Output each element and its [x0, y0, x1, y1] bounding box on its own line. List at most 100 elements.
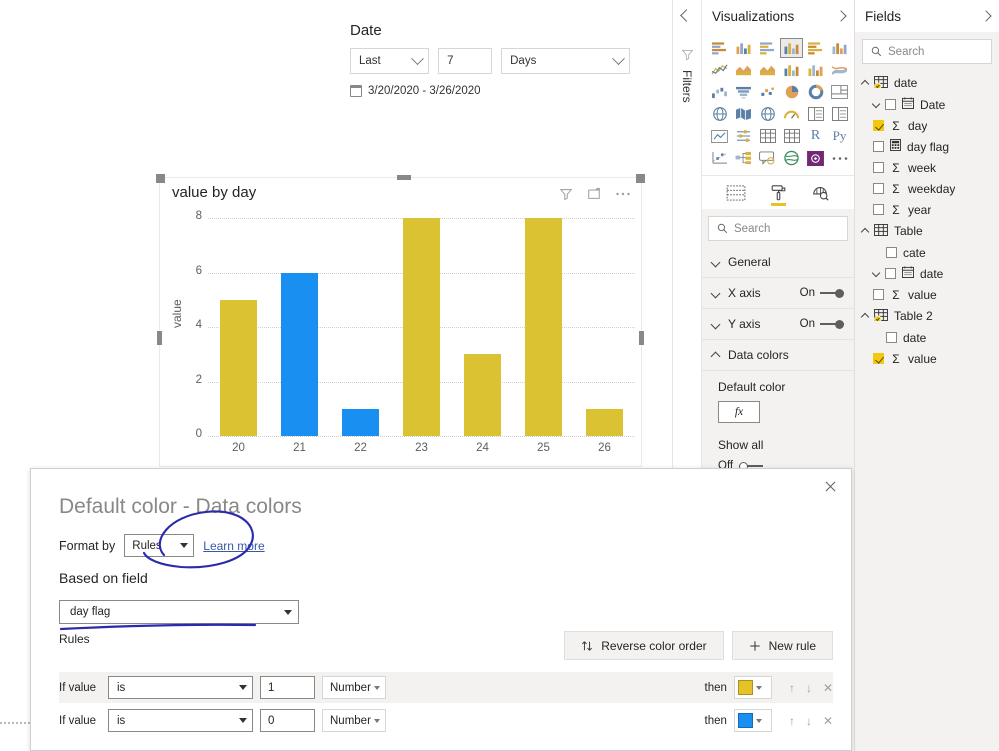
viz-type-treemap[interactable]: [828, 82, 851, 102]
field-item-date[interactable]: Date: [855, 94, 999, 115]
viz-type-stacked-area-chart[interactable]: [756, 60, 779, 80]
viz-type-map[interactable]: [708, 104, 731, 124]
viz-type-scatter-chart[interactable]: [756, 82, 779, 102]
selection-handle-tl[interactable]: [156, 174, 165, 183]
selection-handle-tc[interactable]: [397, 175, 411, 180]
field-item-value[interactable]: Σvalue: [855, 348, 999, 369]
viz-type-donut-chart[interactable]: [804, 82, 827, 102]
fx-conditional-formatting-button[interactable]: fx: [718, 401, 760, 423]
delete-rule-icon[interactable]: ✕: [823, 681, 833, 695]
move-down-icon[interactable]: ↓: [806, 681, 812, 695]
field-checkbox[interactable]: [885, 268, 896, 279]
chart-bar[interactable]: [585, 408, 624, 436]
rule-operator-dropdown[interactable]: is: [108, 676, 253, 699]
viz-type-table[interactable]: [756, 126, 779, 146]
field-item-value[interactable]: Σvalue: [855, 284, 999, 305]
move-up-icon[interactable]: ↑: [789, 714, 795, 728]
viz-type-100-stacked-bar-chart[interactable]: [804, 38, 827, 58]
field-item-date[interactable]: date: [855, 327, 999, 348]
fields-table-date[interactable]: date: [855, 72, 999, 94]
viz-type-r-script-visual[interactable]: R: [804, 126, 827, 146]
y-axis-toggle[interactable]: On: [800, 318, 844, 330]
slicer-count-input[interactable]: [438, 48, 493, 74]
field-checkbox[interactable]: [886, 332, 897, 343]
x-axis-toggle[interactable]: On: [800, 287, 844, 299]
focus-mode-icon[interactable]: [587, 187, 601, 201]
field-item-cate[interactable]: cate: [855, 242, 999, 263]
viz-type-waterfall-chart[interactable]: [708, 82, 731, 102]
viz-type-decomposition-tree[interactable]: [732, 148, 755, 168]
chevron-right-icon[interactable]: [980, 10, 992, 22]
delete-rule-icon[interactable]: ✕: [823, 714, 833, 728]
viz-type-shape-map[interactable]: [756, 104, 779, 124]
chart-bar[interactable]: [219, 299, 258, 436]
viz-type-kpi[interactable]: [708, 126, 731, 146]
viz-type-python-visual[interactable]: Py: [828, 126, 851, 146]
rule-value-input[interactable]: [260, 709, 315, 732]
viz-type-more-visuals[interactable]: [828, 148, 851, 168]
field-item-day-flag[interactable]: day flag: [855, 136, 999, 157]
reverse-color-order-button[interactable]: Reverse color order: [564, 631, 724, 660]
more-options-icon[interactable]: [615, 191, 631, 197]
move-down-icon[interactable]: ↓: [806, 714, 812, 728]
slicer-unit-dropdown[interactable]: Days: [501, 48, 630, 74]
chevron-right-icon[interactable]: [835, 10, 847, 22]
viz-type-power-apps-visual[interactable]: [804, 148, 827, 168]
fields-tab[interactable]: [726, 176, 746, 209]
viz-type-arcgis-maps[interactable]: [780, 148, 803, 168]
field-item-day[interactable]: Σday: [855, 115, 999, 136]
chart-visual-container[interactable]: value by day value 02468 20 21 22 23 24 25 26: [156, 174, 645, 467]
field-checkbox[interactable]: [873, 120, 884, 131]
field-item-date[interactable]: date: [855, 263, 999, 284]
rule-type-dropdown[interactable]: Number: [322, 676, 386, 699]
learn-more-link[interactable]: Learn more: [203, 539, 264, 553]
fields-table-table-2[interactable]: Table 2: [855, 305, 999, 327]
viz-type-card[interactable]: [828, 104, 851, 124]
viz-type-gauge[interactable]: [780, 104, 803, 124]
chevron-down-icon[interactable]: [871, 99, 881, 108]
field-checkbox[interactable]: [885, 99, 896, 110]
filter-icon[interactable]: [559, 187, 573, 201]
viz-type-slicer[interactable]: [732, 126, 755, 146]
new-rule-button[interactable]: New rule: [731, 631, 833, 660]
viz-type-key-influencers[interactable]: [708, 148, 731, 168]
chart-bar[interactable]: [463, 354, 502, 436]
chart-bar[interactable]: [341, 408, 380, 436]
slicer-mode-dropdown[interactable]: Last: [350, 48, 430, 74]
viz-type-filled-map[interactable]: [732, 104, 755, 124]
selection-handle-mr[interactable]: [639, 331, 644, 345]
move-up-icon[interactable]: ↑: [789, 681, 795, 695]
fields-table-table[interactable]: Table: [855, 220, 999, 242]
rule-type-dropdown[interactable]: Number: [322, 709, 386, 732]
field-checkbox[interactable]: [873, 353, 884, 364]
based-on-field-dropdown[interactable]: day flag: [59, 600, 299, 624]
chevron-up-icon[interactable]: [860, 312, 870, 322]
chevron-down-icon[interactable]: [871, 268, 881, 277]
format-section-y-axis[interactable]: Y axis On: [702, 309, 854, 340]
viz-type-clustered-column-chart[interactable]: [780, 38, 803, 58]
format-section-data-colors[interactable]: Data colors: [702, 340, 854, 371]
field-checkbox[interactable]: [873, 162, 884, 173]
selection-handle-ml[interactable]: [157, 331, 162, 345]
chevron-up-icon[interactable]: [860, 79, 870, 89]
fields-search-input[interactable]: Search: [862, 39, 992, 64]
rule-operator-dropdown[interactable]: is: [108, 709, 253, 732]
field-item-week[interactable]: Σweek: [855, 157, 999, 178]
selection-handle-tr[interactable]: [636, 174, 645, 183]
field-checkbox[interactable]: [886, 247, 897, 258]
chart-bar[interactable]: [280, 272, 319, 436]
field-checkbox[interactable]: [873, 204, 884, 215]
rule-value-input[interactable]: [260, 676, 315, 699]
viz-type-stacked-bar-chart[interactable]: [708, 38, 731, 58]
format-section-x-axis[interactable]: X axis On: [702, 278, 854, 309]
viz-type-area-chart[interactable]: [732, 60, 755, 80]
viz-type-multi-row-card[interactable]: [804, 104, 827, 124]
field-item-year[interactable]: Σyear: [855, 199, 999, 220]
viz-type-line-and-clustered-column-chart[interactable]: [804, 60, 827, 80]
field-item-weekday[interactable]: Σweekday: [855, 178, 999, 199]
chevron-left-icon[interactable]: [680, 9, 693, 22]
viz-type-stacked-column-chart[interactable]: [732, 38, 755, 58]
close-icon[interactable]: [819, 475, 841, 497]
viz-type-matrix[interactable]: [780, 126, 803, 146]
rule-color-picker[interactable]: [733, 676, 772, 699]
